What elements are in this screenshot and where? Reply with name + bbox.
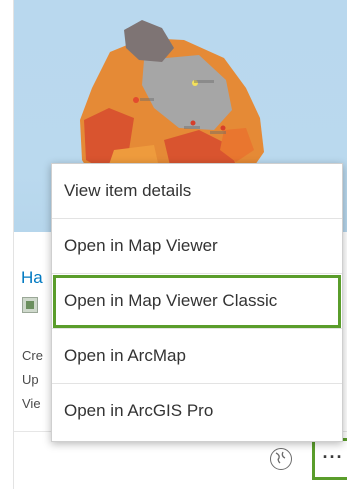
menu-item-open-map-viewer-classic[interactable]: Open in Map Viewer Classic — [52, 274, 342, 329]
globe-glyph — [275, 451, 286, 464]
ellipsis-icon: ··· — [322, 447, 344, 467]
meta-views: Vie — [22, 396, 41, 411]
item-options-menu: View item details Open in Map Viewer Ope… — [51, 163, 343, 442]
more-options-button[interactable]: ··· — [312, 438, 347, 480]
item-title-link[interactable]: Ha — [21, 268, 43, 288]
menu-item-view-item-details[interactable]: View item details — [52, 164, 342, 219]
menu-item-open-arcmap[interactable]: Open in ArcMap — [52, 329, 342, 384]
menu-item-open-arcgis-pro[interactable]: Open in ArcGIS Pro — [52, 384, 342, 439]
globe-icon[interactable] — [270, 448, 292, 470]
meta-created: Cre — [22, 348, 43, 363]
web-map-icon — [22, 297, 38, 313]
menu-item-open-map-viewer[interactable]: Open in Map Viewer — [52, 219, 342, 274]
meta-updated: Up — [22, 372, 39, 387]
